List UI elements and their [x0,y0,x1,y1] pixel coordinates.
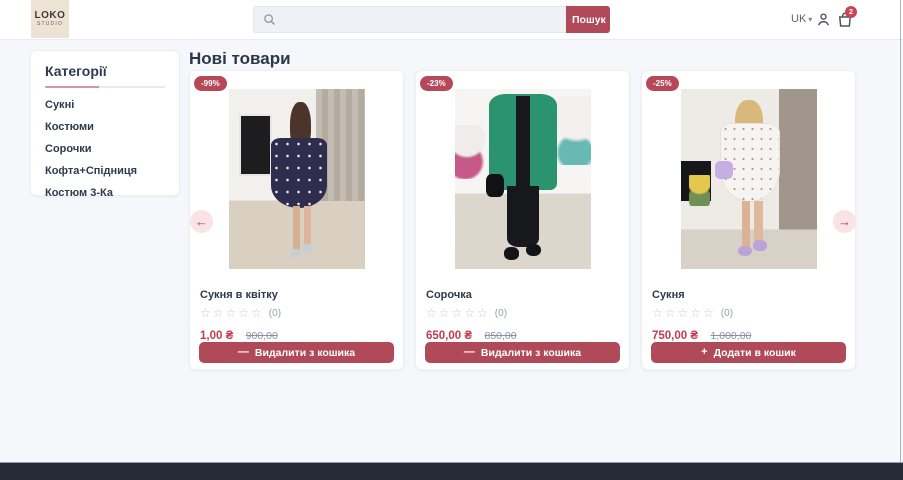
sidebar-item-dresses[interactable]: Сукні [45,94,165,116]
photo-decor [689,175,710,206]
old-price: 900,00 [245,330,278,342]
photo-decor [302,243,314,253]
photo-decor [455,125,487,179]
rating-count: (0) [268,307,282,319]
user-icon [817,13,830,26]
button-label: Додати в кошик [713,346,796,359]
search-box [253,6,566,33]
remove-from-cart-button[interactable]: — Видалити з кошика [425,342,620,363]
product-name[interactable]: Сукня [652,289,845,301]
current-price: 750,00 ₴ [652,330,699,342]
product-info: Сорочка ☆☆☆☆☆ (0) 650,00 ₴ 850,00 [426,289,619,344]
logo-subtitle: STUDIO [36,21,64,27]
photo-decor [715,161,733,179]
language-label: UK [791,13,807,25]
carousel-prev-button[interactable]: ← [190,210,213,233]
product-card: -23% Сорочка ☆☆☆☆☆ (0) 650,00 ₴ 850,00 — [415,70,630,370]
discount-badge: -23% [420,76,453,91]
search-button[interactable]: Пошук [566,6,610,33]
photo-decor [525,243,541,257]
old-price: 850,00 [484,330,517,342]
photo-decor [503,247,519,260]
storefront-page: LOKO STUDIO Пошук UK ▾ 2 Категорії Сукні… [0,0,903,480]
logo[interactable]: LOKO STUDIO [31,0,69,38]
logo-title: LOKO [34,10,66,21]
language-selector[interactable]: UK ▾ [791,13,812,25]
current-price: 650,00 ₴ [426,330,473,342]
photo-decor [290,249,302,259]
product-photo[interactable] [681,89,817,269]
photo-decor [271,137,327,208]
product-rating: ☆☆☆☆☆ (0) [426,307,619,319]
photo-decor [516,96,530,188]
photo-decor [753,240,767,251]
search-input[interactable] [253,6,566,33]
star-rating-icons: ☆☆☆☆☆ [652,306,716,320]
rating-count: (0) [720,307,734,319]
footer-bar [0,462,903,480]
remove-from-cart-button[interactable]: — Видалити з кошика [199,342,394,363]
sidebar-item-suits[interactable]: Костюми [45,116,165,138]
current-price: 1,00 ₴ [200,330,234,342]
search-bar: Пошук [253,6,610,33]
product-name[interactable]: Сукня в квітку [200,289,393,301]
old-price: 1,000,00 [710,330,752,342]
discount-badge: -99% [194,76,227,91]
photo-decor [742,200,751,248]
categories-divider [45,86,165,88]
photo-decor [754,200,763,242]
categories-panel: Категорії Сукні Костюми Сорочки Кофта+Сп… [30,50,180,199]
sidebar-item-shirts[interactable]: Сорочки [45,138,165,160]
photo-decor [486,173,504,197]
header: LOKO STUDIO Пошук UK ▾ 2 [0,0,903,40]
button-label: Видалити з кошика [254,346,356,359]
photo-decor [292,206,300,251]
product-card: -25% Сукня ☆☆☆☆☆ (0) 750,00 ₴ 1,000,00 + [641,70,856,370]
product-rating: ☆☆☆☆☆ (0) [652,307,845,319]
star-rating-icons: ☆☆☆☆☆ [200,306,264,320]
sidebar-item-top-skirt[interactable]: Кофта+Спідниця [45,160,165,182]
product-photo[interactable] [455,89,591,269]
arrow-left-icon: ← [195,214,208,229]
photo-decor [506,186,540,248]
page-title: Нові товари [189,49,291,68]
account-button[interactable] [815,11,832,28]
product-rating: ☆☆☆☆☆ (0) [200,307,393,319]
chevron-down-icon: ▾ [808,14,813,24]
cart-button[interactable] [836,11,854,29]
sidebar-item-suit-3[interactable]: Костюм 3-Ка [45,182,165,204]
product-photo[interactable] [229,89,365,269]
photo-decor [303,206,311,246]
add-to-cart-button[interactable]: + Додати в кошик [651,342,846,363]
shopping-bag-icon [838,12,852,27]
rating-count: (0) [494,307,508,319]
photo-decor [738,245,752,257]
button-label: Видалити з кошика [480,346,582,359]
photo-decor [552,96,591,165]
categories-list: Сукні Костюми Сорочки Кофта+Спідниця Кос… [45,94,165,204]
product-name[interactable]: Сорочка [426,289,619,301]
arrow-right-icon: → [838,214,851,229]
minus-icon: — [237,346,249,358]
photo-decor [238,114,273,176]
carousel-next-button[interactable]: → [833,210,856,233]
product-card: -99% Сукня в квітку ☆☆☆☆☆ (0) 1,00 ₴ 900… [189,70,404,370]
window-edge [900,0,901,463]
minus-icon: — [463,346,475,358]
product-info: Сукня в квітку ☆☆☆☆☆ (0) 1,00 ₴ 900,00 [200,289,393,344]
product-info: Сукня ☆☆☆☆☆ (0) 750,00 ₴ 1,000,00 [652,289,845,344]
plus-icon: + [701,346,708,358]
categories-title: Категорії [45,63,107,79]
discount-badge: -25% [646,76,679,91]
star-rating-icons: ☆☆☆☆☆ [426,306,490,320]
